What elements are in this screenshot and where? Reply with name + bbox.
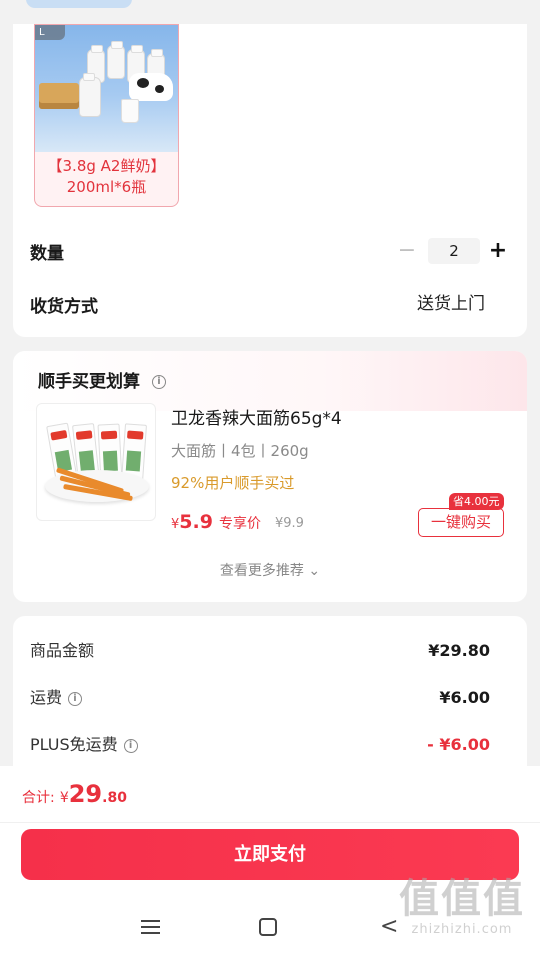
top-pill: [26, 0, 132, 8]
image-tag: L: [35, 25, 65, 40]
recommend-price: ¥5.9 专享价: [171, 511, 261, 533]
product-caption: 【3.8g A2鲜奶】 200ml*6瓶: [35, 156, 178, 198]
fee-label: 商品金额: [30, 641, 95, 660]
total-amount: 合计: ¥29.80: [22, 780, 127, 808]
product-image: L: [35, 25, 178, 152]
fee-row-shipping: 运费 i ¥6.00: [30, 685, 490, 711]
fee-row-plus-free-shipping: PLUS免运费 i - ¥6.00: [30, 732, 490, 758]
info-icon[interactable]: i: [151, 375, 166, 389]
fee-value: - ¥6.00: [427, 735, 490, 754]
recommend-product-spec: 大面筋丨4包丨260g: [171, 442, 309, 460]
quantity-plus-button[interactable]: +: [486, 236, 510, 266]
delivery-label: 收货方式: [30, 296, 98, 317]
recommend-product-image[interactable]: [36, 403, 156, 521]
recommend-title-text: 顺手买更划算: [38, 372, 140, 392]
fee-label: PLUS免运费 i: [30, 732, 138, 758]
delivery-row[interactable]: 收货方式 送货上门: [30, 289, 510, 319]
home-icon[interactable]: [259, 918, 277, 936]
caption-line-2: 200ml*6瓶: [66, 178, 147, 196]
total-currency: ¥: [59, 790, 69, 806]
menu-icon[interactable]: [141, 920, 160, 934]
quantity-stepper: − 2 +: [392, 236, 510, 266]
info-icon[interactable]: i: [123, 738, 138, 753]
delivery-value[interactable]: 送货上门: [417, 289, 485, 319]
fee-value: ¥29.80: [428, 641, 490, 660]
watermark: 值值值 zhizhizhi.com: [392, 876, 532, 937]
checkout-bar: 合计: ¥29.80 立即支付 < 值值值 zhizhizhi.com: [0, 766, 540, 959]
watermark-url: zhizhizhi.com: [411, 922, 513, 937]
order-item-card: L 【3.8g A2鲜奶】 200ml*6瓶 数量 − 2 + 收货方式 送货上…: [13, 24, 527, 337]
fee-row-goods: 商品金额 ¥29.80: [30, 638, 490, 664]
fee-card: 商品金额 ¥29.80 运费 i ¥6.00 PLUS免运费 i - ¥6.00: [13, 616, 527, 776]
milk-bottle-icon: [107, 41, 125, 79]
price-tag: 专享价: [218, 516, 261, 532]
cake-icon: [39, 83, 79, 109]
quantity-minus-button[interactable]: −: [392, 236, 422, 266]
recommend-title: 顺手买更划算 i: [38, 367, 166, 392]
one-click-buy-button[interactable]: 一键购买: [418, 508, 504, 537]
glass-icon: [121, 99, 139, 123]
save-badge: 省4.00元: [449, 493, 504, 510]
quantity-input[interactable]: 2: [428, 238, 480, 264]
cow-icon: [129, 73, 173, 101]
watermark-logo: 值值值: [399, 876, 525, 922]
info-icon[interactable]: i: [68, 691, 83, 706]
old-price: ¥9.9: [275, 516, 304, 531]
pay-now-button[interactable]: 立即支付: [21, 829, 519, 880]
product-tile[interactable]: L 【3.8g A2鲜奶】 200ml*6瓶: [34, 24, 179, 207]
milk-bottle-icon: [79, 73, 101, 117]
caption-line-1: 【3.8g A2鲜奶】: [47, 157, 166, 175]
price-value: 5.9: [179, 511, 213, 533]
recommend-product-name[interactable]: 卫龙香辣大面筋65g*4: [171, 404, 342, 429]
quantity-label: 数量: [30, 243, 64, 264]
recommend-popular-text: 92%用户顺手买过: [171, 474, 295, 492]
quantity-row: 数量 − 2 +: [30, 236, 510, 266]
fee-value: ¥6.00: [439, 688, 490, 707]
divider: [0, 822, 540, 823]
recommend-card: 顺手买更划算 i 卫龙香辣大面筋65g*4 大面筋丨4包丨260g 92%用户顺…: [13, 351, 527, 602]
total-decimal: .80: [102, 790, 127, 806]
more-recommend-link[interactable]: 查看更多推荐 ⌄: [13, 560, 527, 580]
total-integer: 29: [68, 780, 103, 808]
fee-label: 运费 i: [30, 685, 83, 711]
total-label: 合计:: [22, 790, 55, 806]
